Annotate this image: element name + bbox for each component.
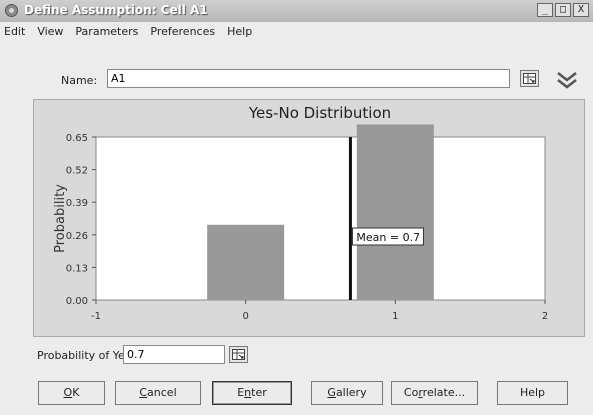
menu-bar: Edit View Parameters Preferences Help [0, 23, 258, 43]
maximize-button[interactable]: □ [555, 3, 571, 17]
help-button[interactable]: Help [497, 381, 568, 405]
correlate-button[interactable]: Correlate... [391, 381, 478, 405]
menu-parameters[interactable]: Parameters [69, 23, 144, 43]
name-cell-reference-button[interactable] [520, 70, 539, 87]
ok-button[interactable]: OK [38, 381, 105, 405]
close-button[interactable]: X [573, 3, 589, 17]
probability-cell-reference-button[interactable] [229, 346, 248, 363]
define-assumption-window: Define Assumption: Cell A1 _ □ X Edit Vi… [0, 0, 593, 415]
cell-reference-icon [523, 73, 536, 84]
title-bar[interactable]: Define Assumption: Cell A1 _ □ X [0, 0, 593, 22]
menu-preferences[interactable]: Preferences [144, 23, 221, 43]
menu-view[interactable]: View [31, 23, 69, 43]
chart-panel [33, 99, 585, 337]
cell-reference-icon [232, 349, 245, 360]
menu-help[interactable]: Help [221, 23, 258, 43]
name-input[interactable] [107, 69, 510, 88]
chart-title: Yes-No Distribution [248, 104, 392, 122]
gallery-button[interactable]: Gallery [311, 381, 383, 405]
window-controls: _ □ X [537, 3, 589, 17]
minimize-button[interactable]: _ [537, 3, 553, 17]
name-label: Name: [61, 74, 98, 87]
probability-of-yes-input[interactable] [123, 345, 225, 364]
menu-edit[interactable]: Edit [0, 23, 31, 43]
enter-button[interactable]: Enter [212, 381, 292, 405]
chevron-expand-icon[interactable] [554, 69, 580, 93]
window-title: Define Assumption: Cell A1 [24, 3, 208, 17]
app-icon [5, 4, 18, 17]
cancel-button[interactable]: Cancel [115, 381, 201, 405]
